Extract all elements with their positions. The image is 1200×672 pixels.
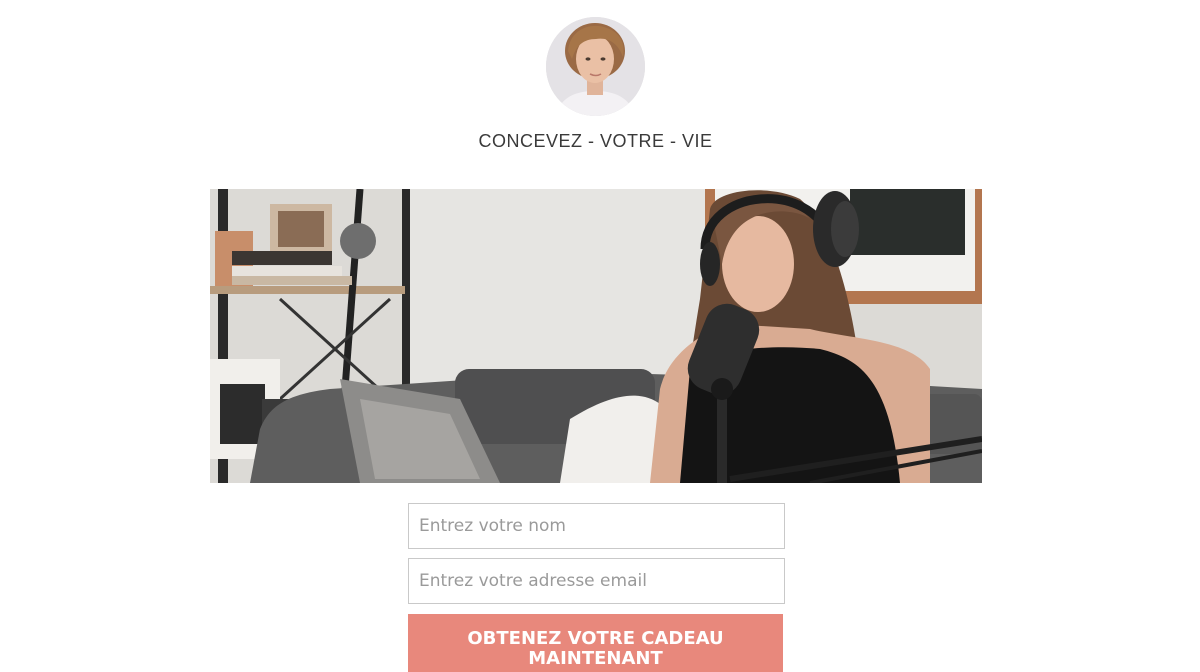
page-tagline: CONCEVEZ - VOTRE - VIE bbox=[478, 131, 713, 151]
name-input[interactable] bbox=[408, 503, 785, 549]
email-input[interactable] bbox=[408, 558, 785, 604]
optin-page: CONCEVEZ - VOTRE - VIE Entrez votre nom … bbox=[0, 0, 1200, 672]
hero-image bbox=[210, 189, 982, 483]
podcast-photo-icon bbox=[210, 189, 982, 483]
profile-avatar bbox=[546, 17, 645, 116]
get-gift-button[interactable]: OBTENEZ VOTRE CADEAU MAINTENANT bbox=[408, 614, 783, 672]
person-avatar-icon bbox=[546, 17, 645, 116]
